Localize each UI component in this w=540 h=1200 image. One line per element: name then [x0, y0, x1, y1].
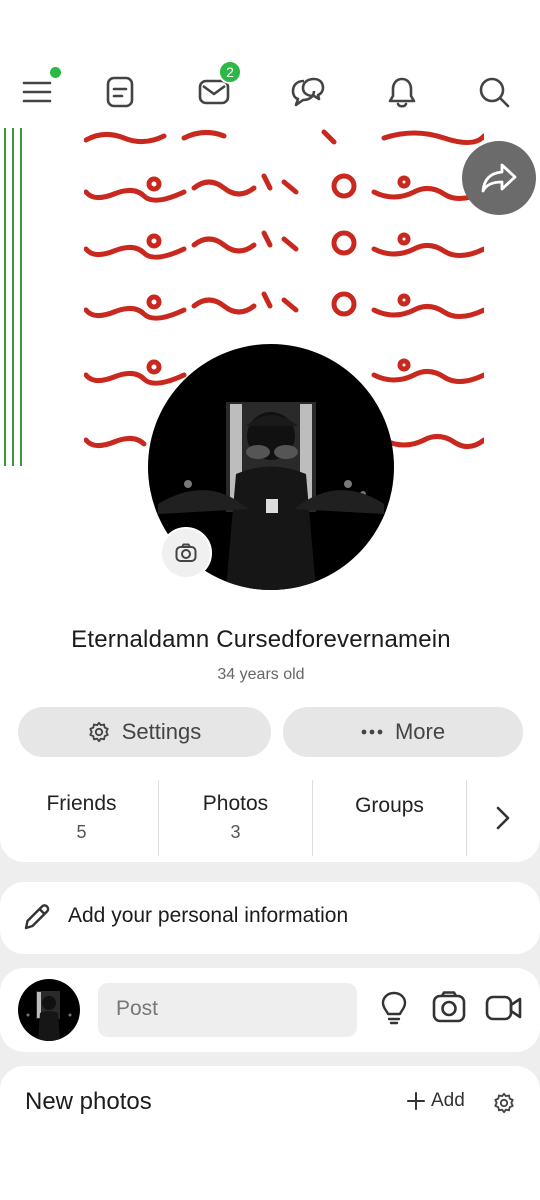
stats-next-button[interactable]	[488, 798, 518, 838]
messages-button[interactable]: 2	[192, 60, 242, 114]
stat-label: Photos	[202, 792, 269, 815]
camera-icon	[175, 543, 197, 562]
cover-stripes	[4, 128, 24, 466]
share-button[interactable]	[462, 141, 536, 215]
gear-icon	[89, 721, 109, 743]
change-avatar-button[interactable]	[160, 527, 212, 579]
video-camera-icon[interactable]	[485, 994, 523, 1022]
discussions-button[interactable]	[286, 70, 330, 114]
post-input[interactable]: Post	[98, 983, 357, 1037]
add-info-card[interactable]: Add your personal information	[0, 882, 540, 954]
add-photo-button[interactable]: Add	[407, 1090, 465, 1112]
menu-button[interactable]	[15, 67, 61, 114]
search-icon	[479, 77, 510, 108]
more-dots-icon	[361, 729, 383, 735]
stat-label: Friends	[46, 792, 117, 815]
settings-label: Settings	[121, 719, 202, 744]
hamburger-menu-icon	[22, 81, 52, 103]
post-composer: Post	[0, 968, 540, 1052]
cover-pattern-row	[84, 291, 484, 321]
stat-label: Groups	[355, 794, 424, 817]
feed-button[interactable]	[98, 70, 142, 114]
messages-badge: 2	[218, 60, 242, 84]
top-bar: 2	[0, 0, 540, 128]
chat-bubbles-icon	[291, 77, 325, 107]
new-photos-section: New photos Add	[0, 1066, 540, 1200]
search-button[interactable]	[472, 70, 516, 114]
settings-button[interactable]: Settings	[18, 707, 271, 757]
stat-count: 5	[76, 822, 87, 842]
stat-friends[interactable]: Friends 5	[5, 780, 158, 858]
stat-photos[interactable]: Photos 3	[159, 780, 312, 858]
more-label: More	[394, 719, 446, 744]
cover-pattern-row	[84, 173, 484, 203]
add-info-label: Add your personal information	[68, 904, 349, 927]
share-arrow-icon	[481, 163, 517, 193]
stat-count: 3	[230, 822, 241, 842]
profile-age: 34 years old	[217, 666, 305, 683]
add-label: Add	[431, 1090, 465, 1111]
profile-name: Eternaldamn Cursedforevernamein	[71, 626, 451, 653]
feed-icon	[106, 76, 134, 108]
menu-notification-dot	[50, 67, 61, 78]
stat-groups[interactable]: Groups	[313, 780, 466, 858]
section-title: New photos	[25, 1088, 152, 1115]
bell-icon	[388, 77, 416, 108]
lightbulb-icon[interactable]	[380, 990, 408, 1026]
pencil-icon	[24, 904, 50, 930]
notifications-button[interactable]	[380, 70, 424, 114]
cover-pattern-row	[84, 230, 484, 260]
chevron-right-icon	[496, 806, 510, 830]
composer-avatar	[18, 979, 80, 1041]
cover-pattern-row	[84, 129, 484, 145]
plus-icon	[407, 1092, 425, 1110]
more-button[interactable]: More	[283, 707, 523, 757]
gear-icon[interactable]	[493, 1092, 515, 1114]
profile-stats: Friends 5 Photos 3 Groups	[0, 780, 540, 858]
camera-icon[interactable]	[432, 990, 466, 1024]
stat-divider	[466, 780, 467, 856]
